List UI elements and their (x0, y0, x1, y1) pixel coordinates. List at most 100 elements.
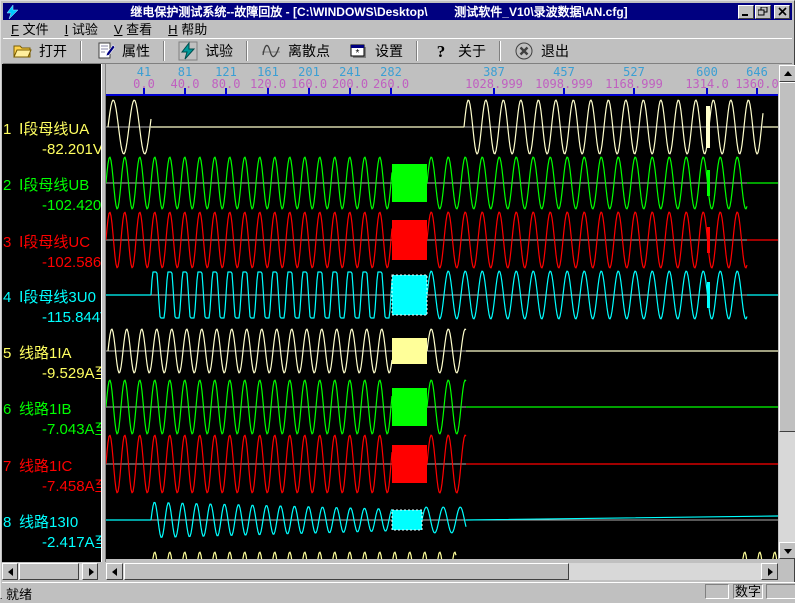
discrete-wave-icon (261, 41, 281, 61)
waveform-scrollbar[interactable] (106, 563, 778, 580)
menu-bar: F 文件I 试验V 查看H 帮助 (3, 20, 792, 38)
channel-name: 5线路1IA (3, 342, 72, 359)
label-scroll-left-button[interactable] (2, 563, 18, 580)
wave-scroll-right-button[interactable] (761, 563, 778, 580)
channel-name: 1Ⅰ段母线UA (3, 118, 89, 135)
toolbar: 打开 属性试验 离散点 * 设置? 关于 退出 (3, 38, 792, 64)
toolbar-button-exit[interactable]: 退出 (505, 39, 578, 63)
menu-item-view[interactable]: V 查看 (106, 18, 160, 40)
close-icon (778, 7, 787, 16)
toolbar-button-open[interactable]: 打开 (3, 39, 76, 63)
label-scroll-right-button[interactable] (82, 563, 98, 580)
channel-number: 4 (3, 289, 19, 306)
cursor-bar-2 (707, 170, 710, 196)
fault-marker-square-5 (392, 338, 427, 364)
cursor-bar-3 (707, 227, 710, 253)
channel-range: -102.586V至 (42, 251, 101, 268)
channel-name: 4Ⅰ段母线3U0 (3, 286, 96, 303)
arrow-right-icon (89, 568, 94, 576)
ruler-tick (756, 88, 758, 96)
toolbar-button-label: 打开 (39, 41, 67, 61)
minimize-button[interactable] (738, 5, 754, 19)
waveform-trace-9 (151, 552, 778, 559)
ruler-tick (267, 88, 269, 96)
settings-icon: * (348, 41, 368, 61)
menu-item-test[interactable]: I 试验 (57, 18, 106, 40)
toolbar-button-label: 设置 (375, 41, 403, 61)
svg-text:?: ? (437, 42, 446, 61)
wave-scroll-thumb[interactable] (124, 563, 569, 580)
channel-number: 1 (3, 121, 19, 138)
menu-item-help[interactable]: H 帮助 (160, 18, 215, 40)
test-bolt-icon (178, 41, 198, 61)
toolbar-button-test[interactable]: 试验 (169, 39, 242, 63)
channel-name: 2Ⅰ段母线UB (3, 174, 89, 191)
channel-number: 8 (3, 514, 19, 531)
channel-range: -115.844V至 (42, 306, 101, 323)
ruler-tick (225, 88, 227, 96)
toolbar-button-settings[interactable]: * 设置 (339, 39, 412, 63)
ruler-tick (493, 88, 495, 96)
channel-name: 7线路1IC (3, 455, 72, 472)
channel-range: -82.201V至8 (42, 138, 101, 155)
channel-name: 8线路13I0 (3, 511, 78, 528)
channel-range: -7.043A至7. (42, 418, 101, 435)
toolbar-button-about[interactable]: ? 关于 (422, 39, 495, 63)
menu-item-file[interactable]: F 文件 (3, 18, 57, 40)
arrow-right-icon (768, 568, 773, 576)
channel-number: 2 (3, 177, 19, 194)
vertical-scroll-thumb[interactable] (779, 82, 795, 432)
label-panel-scrollbar[interactable] (2, 563, 98, 580)
toolbar-separator (246, 41, 248, 61)
waveform-canvas (106, 96, 778, 559)
channel-number: 5 (3, 345, 19, 362)
ruler-tick (184, 88, 186, 96)
ruler-tick (349, 88, 351, 96)
toolbar-separator (416, 41, 418, 61)
exit-icon (514, 41, 534, 61)
scroll-up-button[interactable] (779, 65, 795, 82)
ruler-tick (633, 88, 635, 96)
fault-marker-square-8 (392, 510, 422, 530)
channel-range: -102.420V至 (42, 194, 101, 211)
cursor-bar-4 (707, 282, 710, 308)
wave-scroll-left-button[interactable] (106, 563, 123, 580)
toolbar-separator (80, 41, 82, 61)
toolbar-button-discrete[interactable]: 离散点 (252, 39, 339, 63)
channel-name: 3Ⅰ段母线UC (3, 231, 90, 248)
ruler-tick (563, 88, 565, 96)
cursor-bar-1 (706, 106, 710, 148)
status-panel-2 (766, 584, 795, 599)
fault-marker-square-2 (392, 164, 427, 202)
svg-text:*: * (356, 48, 360, 59)
toolbar-button-label: 离散点 (288, 41, 330, 61)
scroll-down-button[interactable] (779, 542, 795, 559)
app-window: 继电保护测试系统--故障回放 - [C:\WINDOWS\Desktop\ 测试… (0, 0, 795, 599)
ruler-tick (390, 88, 392, 96)
toolbar-button-label: 退出 (541, 41, 569, 61)
restore-button[interactable] (755, 5, 771, 19)
time-ruler: 410.08140.012180.0161120.0201160.0241200… (106, 65, 778, 96)
status-panel-numeric: 数字 (733, 584, 763, 599)
fault-marker-square-3 (392, 220, 427, 260)
ruler-tick (308, 88, 310, 96)
restore-icon (758, 7, 768, 16)
ruler-tick (143, 88, 145, 96)
label-scroll-thumb[interactable] (19, 563, 79, 580)
arrow-left-icon (8, 568, 13, 576)
channel-name: 6线路1IB (3, 398, 72, 415)
close-button[interactable] (774, 5, 790, 19)
toolbar-button-props[interactable]: 属性 (86, 39, 159, 63)
fault-marker-square-6 (392, 388, 427, 426)
status-message: 就绪 (6, 584, 32, 603)
channel-number: 7 (3, 458, 19, 475)
vertical-scrollbar[interactable] (779, 65, 795, 559)
arrow-down-icon (784, 549, 792, 554)
toolbar-button-label: 属性 (122, 41, 150, 61)
channel-range: -9.529A至14 (42, 362, 101, 379)
waveform-area[interactable] (106, 96, 778, 559)
app-lightning-icon (5, 5, 21, 19)
channel-number: 3 (3, 234, 19, 251)
toolbar-button-label: 关于 (458, 41, 486, 61)
channel-label-panel: 1Ⅰ段母线UA -82.201V至8 2Ⅰ段母线UB -102.420V至 3Ⅰ段母线U… (2, 64, 101, 562)
